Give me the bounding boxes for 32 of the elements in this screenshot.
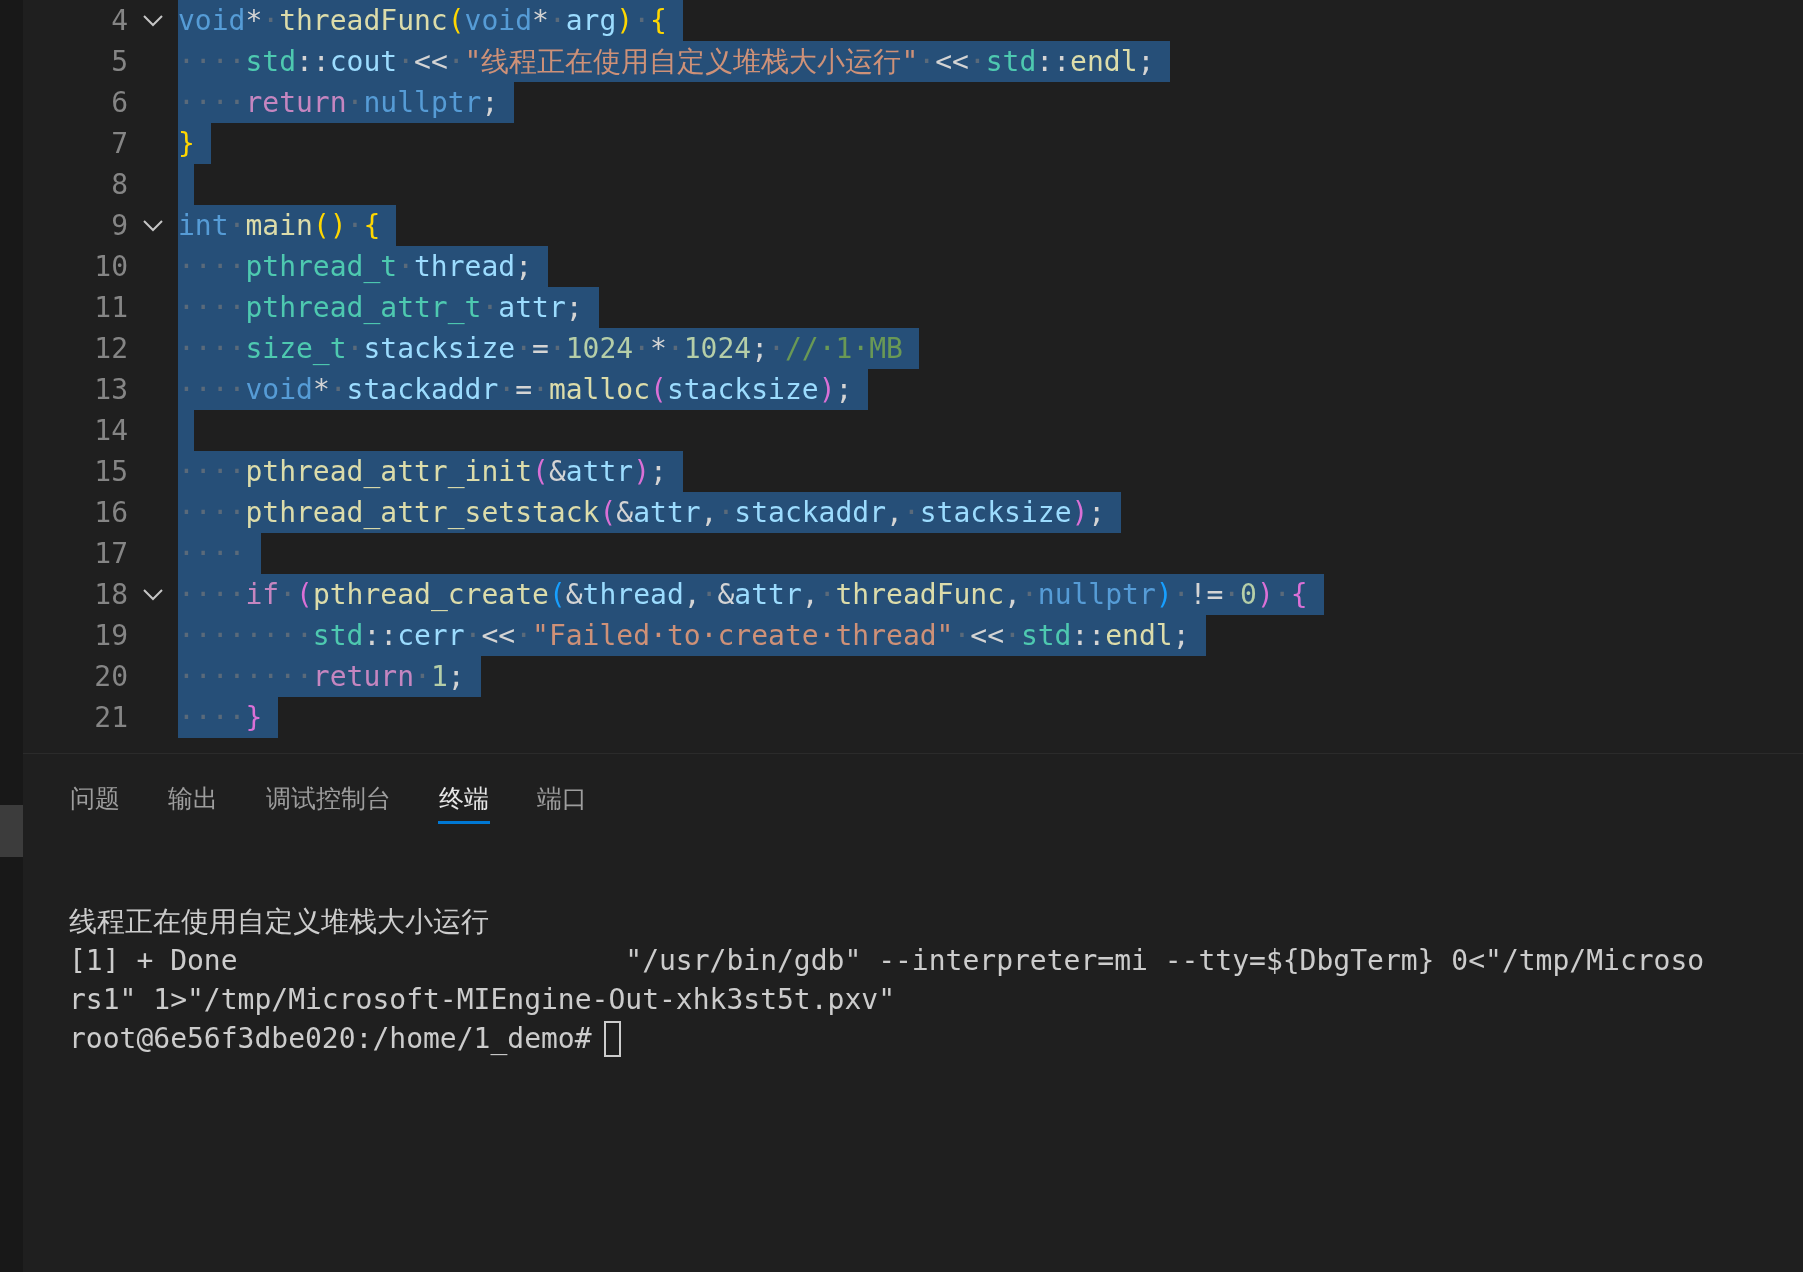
line-number: 7 — [110, 125, 128, 162]
line-number: 13 — [93, 371, 128, 408]
chevron-down-icon[interactable] — [142, 13, 164, 28]
panel-tab[interactable]: 输出 — [167, 776, 219, 824]
line-number: 15 — [93, 453, 128, 490]
panel-tab[interactable]: 问题 — [69, 776, 121, 824]
line-number: 6 — [110, 84, 128, 121]
panel-tab[interactable]: 终端 — [438, 776, 490, 824]
line-number: 20 — [93, 658, 128, 695]
line-number: 4 — [110, 2, 128, 39]
line-number: 11 — [93, 289, 128, 326]
terminal-line: rs1" 1>"/tmp/Microsoft-MIEngine-Out-xhk3st5t.pxv" — [69, 982, 896, 1018]
panel-tab[interactable]: 调试控制台 — [265, 776, 392, 824]
panel-tab[interactable]: 端口 — [536, 776, 588, 824]
terminal-line: 线程正在使用自定义堆栈大小运行 — [69, 904, 490, 940]
chevron-down-icon[interactable] — [142, 587, 164, 602]
line-number: 19 — [93, 617, 128, 654]
line-number: 18 — [93, 576, 128, 613]
line-number: 12 — [93, 330, 128, 367]
line-number: 14 — [93, 412, 128, 449]
line-number: 16 — [93, 494, 128, 531]
line-number: 10 — [93, 248, 128, 285]
chevron-down-icon[interactable] — [142, 218, 164, 233]
line-number: 5 — [110, 43, 128, 80]
scrollbar-thumb[interactable] — [0, 805, 23, 857]
terminal-cursor — [603, 1020, 621, 1057]
line-number: 9 — [110, 207, 128, 244]
terminal-line: [1] + Done "/usr/bin/gdb" --interpreter=mi --tty=${DbgTerm} 0<"/tmp/Microso — [69, 943, 1706, 979]
line-number: 8 — [110, 166, 128, 203]
terminal-prompt: root@6e56f3dbe020:/home/1_demo# — [69, 1021, 592, 1057]
line-number: 17 — [93, 535, 128, 572]
line-number: 21 — [93, 699, 128, 736]
